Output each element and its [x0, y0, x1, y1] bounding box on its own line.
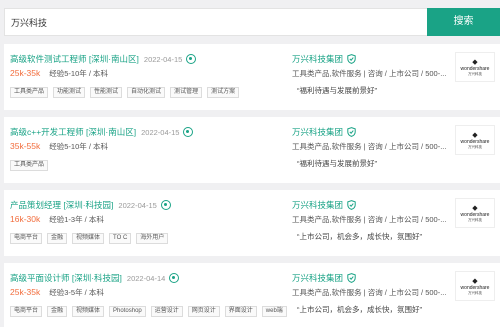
job-salary: 16k-30k [10, 214, 41, 224]
company-name-link[interactable]: 万兴科技集团 [292, 199, 343, 211]
job-tag[interactable]: 运营设计 [150, 306, 183, 317]
logo-subtext: 万兴科技 [468, 217, 482, 222]
job-title-row: 产品策划经理 [深圳·科技园] 2022-04-15 [10, 199, 171, 211]
job-tags: 工具类产品 功能测试 性能测试 自动化测试 测试管理 测试方案 [10, 87, 244, 98]
chat-icon[interactable] [183, 127, 194, 137]
job-tag[interactable]: 性能测试 [90, 87, 123, 98]
chat-icon[interactable] [160, 200, 171, 210]
job-tag[interactable]: 工具类产品 [10, 87, 49, 98]
job-tag[interactable]: 工具类产品 [10, 160, 49, 171]
search-input[interactable] [4, 8, 427, 36]
job-tag[interactable]: 电商平台 [10, 233, 43, 244]
verified-shield-icon [347, 200, 356, 210]
verified-shield-icon [347, 54, 356, 64]
chat-icon[interactable] [169, 273, 180, 283]
job-info-row: 25k-35k 经验5-10年 / 本科 [10, 68, 108, 79]
job-salary: 25k-35k [10, 287, 41, 297]
logo-subtext: 万兴科技 [468, 144, 482, 149]
search-bar: 搜索 [0, 8, 500, 36]
company-quote: “福利待遇与发展前景好” [297, 86, 377, 95]
job-title-row: 高级平面设计师 [深圳·科技园] 2022-04-14 [10, 272, 180, 284]
wondershare-logo-icon: ◆ [472, 131, 478, 139]
job-info-row: 16k-30k 经验1-3年 / 本科 [10, 214, 104, 225]
job-title-row: 高级软件测试工程师 [深圳·南山区] 2022-04-15 [10, 53, 197, 65]
job-date: 2022-04-15 [143, 54, 183, 64]
job-tag[interactable]: 测试管理 [170, 87, 203, 98]
job-tag[interactable]: 视频媒体 [72, 233, 105, 244]
job-info-row: 35k-55k 经验5-10年 / 本科 [10, 141, 108, 152]
company-meta: 工具类产品,软件服务 | 咨询 / 上市公司 / 500-... [292, 142, 447, 151]
job-salary: 35k-55k [10, 141, 41, 151]
company-logo[interactable]: ◆ wondershare 万兴科技 [455, 52, 495, 82]
job-tag[interactable]: web端 [261, 306, 287, 317]
job-tags: 工具类产品 [10, 160, 53, 171]
job-tag[interactable]: Photoshop [109, 306, 146, 317]
job-card[interactable]: 高级c++开发工程师 [深圳·南山区] 2022-04-15 35k-55k 经… [4, 117, 500, 183]
chat-icon[interactable] [186, 54, 197, 64]
job-info-row: 25k-35k 经验3-5年 / 本科 [10, 287, 104, 298]
company-row: 万兴科技集团 [292, 272, 356, 284]
job-tag[interactable]: 测试方案 [207, 87, 240, 98]
company-meta: 工具类产品,软件服务 | 咨询 / 上市公司 / 500-... [292, 69, 447, 78]
job-title-row: 高级c++开发工程师 [深圳·南山区] 2022-04-15 [10, 126, 194, 138]
company-row: 万兴科技集团 [292, 126, 356, 138]
job-tag[interactable]: 自动化测试 [127, 87, 166, 98]
company-quote: “福利待遇与发展前景好” [297, 159, 377, 168]
job-title-link[interactable]: 高级c++开发工程师 [深圳·南山区] [10, 126, 136, 138]
company-name-link[interactable]: 万兴科技集团 [292, 126, 343, 138]
job-card[interactable]: 高级软件测试工程师 [深圳·南山区] 2022-04-15 25k-35k 经验… [4, 44, 500, 110]
company-quote: “上市公司，机会多，成长快，氛围好” [297, 305, 422, 314]
company-name-link[interactable]: 万兴科技集团 [292, 272, 343, 284]
company-meta: 工具类产品,软件服务 | 咨询 / 上市公司 / 500-... [292, 215, 447, 224]
logo-subtext: 万兴科技 [468, 71, 482, 76]
job-tag[interactable]: TO C [109, 233, 132, 244]
job-tag[interactable]: 界面设计 [224, 306, 257, 317]
job-salary: 25k-35k [10, 68, 41, 78]
job-requirements: 经验5-10年 / 本科 [49, 142, 109, 151]
job-date: 2022-04-14 [126, 273, 166, 283]
job-requirements: 经验3-5年 / 本科 [49, 288, 104, 297]
job-tag[interactable]: 金融 [47, 233, 68, 244]
job-date: 2022-04-15 [141, 127, 180, 137]
job-card[interactable]: 高级平面设计师 [深圳·科技园] 2022-04-14 25k-35k 经验3-… [4, 263, 500, 327]
wondershare-logo-icon: ◆ [472, 204, 478, 212]
logo-subtext: 万兴科技 [468, 290, 482, 295]
job-tag[interactable]: 电商平台 [10, 306, 43, 317]
company-logo[interactable]: ◆ wondershare 万兴科技 [455, 125, 495, 155]
job-tag[interactable]: 视频媒体 [72, 306, 105, 317]
company-name-link[interactable]: 万兴科技集团 [292, 53, 343, 65]
job-date: 2022-04-15 [118, 200, 157, 210]
job-tag[interactable]: 金融 [47, 306, 68, 317]
job-tags: 电商平台 金融 视频媒体 Photoshop 运营设计 网页设计 界面设计 web端 [10, 306, 292, 317]
job-title-link[interactable]: 产品策划经理 [深圳·科技园] [10, 199, 113, 211]
job-title-link[interactable]: 高级平面设计师 [深圳·科技园] [10, 272, 122, 284]
company-row: 万兴科技集团 [292, 53, 356, 65]
company-row: 万兴科技集团 [292, 199, 356, 211]
company-logo[interactable]: ◆ wondershare 万兴科技 [455, 198, 495, 228]
verified-shield-icon [347, 127, 356, 137]
job-requirements: 经验5-10年 / 本科 [49, 69, 109, 78]
job-tag[interactable]: 功能测试 [53, 87, 86, 98]
wondershare-logo-icon: ◆ [472, 277, 478, 285]
job-tag[interactable]: 网页设计 [187, 306, 220, 317]
job-requirements: 经验1-3年 / 本科 [49, 215, 104, 224]
job-tag[interactable]: 海外用户 [136, 233, 169, 244]
company-quote: “上市公司，机会多，成长快，氛围好” [297, 232, 422, 241]
search-button[interactable]: 搜索 [427, 8, 500, 36]
job-tags: 电商平台 金融 视频媒体 TO C 海外用户 [10, 233, 173, 244]
wondershare-logo-icon: ◆ [472, 58, 478, 66]
company-logo[interactable]: ◆ wondershare 万兴科技 [455, 271, 495, 301]
company-meta: 工具类产品,软件服务 | 咨询 / 上市公司 / 500-... [292, 288, 447, 297]
job-title-link[interactable]: 高级软件测试工程师 [深圳·南山区] [10, 53, 139, 65]
job-card[interactable]: 产品策划经理 [深圳·科技园] 2022-04-15 16k-30k 经验1-3… [4, 190, 500, 256]
verified-shield-icon [347, 273, 356, 283]
